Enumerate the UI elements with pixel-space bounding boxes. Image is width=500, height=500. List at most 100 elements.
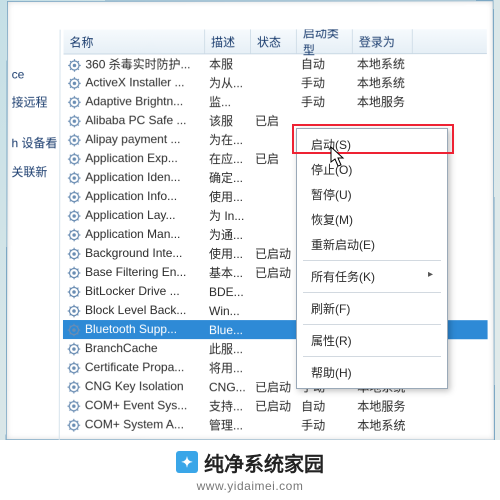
service-desc: 使用... [205, 245, 251, 262]
watermark: ✦ 纯净系统家园 www.yidaimei.com [0, 440, 500, 500]
context-menu-item[interactable]: 停止(O) [297, 157, 447, 182]
service-desc: Blue... [205, 323, 251, 337]
service-desc: 该服 [205, 112, 251, 129]
service-name: COM+ System A... [85, 417, 184, 431]
table-row[interactable]: COM+ System A... 管理... 手动本地系统 [63, 415, 488, 433]
service-logon: 本地系统 [353, 55, 413, 72]
service-name: Certificate Propa... [85, 360, 184, 374]
gear-icon [67, 247, 81, 261]
watermark-brand: 纯净系统家园 [204, 448, 324, 477]
gear-icon [67, 399, 81, 413]
column-header-name[interactable]: 名称 [64, 29, 206, 53]
gear-icon [67, 58, 81, 72]
column-header-status[interactable]: 状态 [251, 29, 297, 53]
gear-icon [67, 342, 81, 356]
menu-separator [303, 324, 441, 325]
tree-item[interactable] [8, 116, 60, 128]
table-row[interactable]: 360 杀毒实时防护... 本服 自动本地系统 [63, 54, 486, 73]
gear-icon [67, 114, 81, 128]
gear-icon [67, 228, 81, 242]
gear-icon [67, 171, 81, 185]
service-name: Base Filtering En... [85, 265, 186, 279]
tree-item[interactable]: 接远程 [8, 87, 60, 116]
tree-sidebar: ce 接远程 h 设备看 关联新 [7, 30, 61, 472]
service-name: COM+ Event Sys... [85, 398, 187, 412]
column-header-startup[interactable]: 启动类型 [297, 29, 353, 53]
tree-item[interactable]: 关联新 [7, 157, 59, 186]
service-name: Application Exp... [85, 151, 178, 165]
context-menu-item[interactable]: 恢复(M) [297, 207, 447, 232]
service-logon: 本地系统 [353, 74, 413, 91]
table-row[interactable]: COM+ Event Sys...支持...已启动自动本地服务 [63, 396, 488, 415]
service-startup: 手动 [297, 416, 353, 433]
service-name: CNG Key Isolation [85, 379, 184, 393]
logo-icon: ✦ [176, 451, 198, 473]
service-startup: 自动 [297, 55, 353, 72]
service-logon: 本地服务 [353, 397, 413, 414]
menu-separator [303, 260, 441, 261]
service-name: Application Iden... [85, 170, 180, 184]
service-status: 已启动 [251, 397, 297, 414]
gear-icon [67, 323, 81, 337]
service-desc: 为从... [205, 74, 251, 91]
gear-icon [67, 95, 81, 109]
service-name: BitLocker Drive ... [85, 284, 180, 298]
service-desc: 将用... [205, 359, 251, 376]
context-menu-item[interactable]: 重新启动(E) [297, 232, 447, 257]
column-headers: 名称 描述 状态 启动类型 登录为 [64, 29, 487, 54]
service-startup: 手动 [297, 74, 353, 91]
gear-icon [67, 361, 81, 375]
context-menu-item[interactable]: 启动(S) [297, 132, 447, 157]
service-logon: 本地系统 [353, 416, 413, 433]
service-name: 360 杀毒实时防护... [85, 57, 190, 71]
service-name: Bluetooth Supp... [85, 322, 177, 336]
tree-item[interactable]: ce [8, 61, 60, 87]
gear-icon [67, 304, 81, 318]
service-status: 已启动 [251, 378, 297, 395]
gear-icon [67, 266, 81, 280]
context-menu-item[interactable]: 帮助(H) [297, 360, 447, 385]
table-row[interactable]: ActiveX Installer ...为从...手动本地系统 [63, 73, 487, 92]
service-logon: 本地服务 [353, 93, 413, 110]
service-desc: 确定... [205, 169, 251, 186]
column-header-desc[interactable]: 描述 [205, 29, 251, 53]
table-row[interactable]: Adaptive Brightn...监...手动本地服务 [63, 92, 487, 111]
tree-item[interactable]: h 设备看 [7, 128, 59, 157]
service-name: Adaptive Brightn... [85, 94, 183, 108]
gear-icon [67, 76, 81, 90]
service-name: Background Inte... [85, 246, 182, 260]
service-desc: 此服... [205, 340, 251, 357]
service-desc: 在应... [205, 150, 251, 167]
context-menu-item[interactable]: 刷新(F) [297, 296, 447, 321]
gear-icon [67, 380, 81, 394]
service-desc: 监... [205, 93, 251, 110]
service-desc: 管理... [205, 416, 251, 433]
service-name: Application Lay... [85, 208, 175, 222]
menu-separator [303, 292, 441, 293]
service-desc: 为 In... [205, 207, 251, 224]
service-name: Application Man... [85, 227, 180, 241]
service-name: Alibaba PC Safe ... [85, 113, 186, 127]
column-header-logon[interactable]: 登录为 [353, 29, 413, 53]
service-desc: 为通... [205, 226, 251, 243]
service-desc: 使用... [205, 188, 251, 205]
context-menu-item[interactable]: 属性(R) [297, 328, 447, 353]
gear-icon [67, 190, 81, 204]
service-status: 已启 [251, 150, 297, 167]
service-name: Block Level Back... [85, 303, 186, 317]
service-desc: 基本... [205, 264, 251, 281]
service-name: BranchCache [85, 341, 158, 355]
gear-icon [67, 152, 81, 166]
service-desc: 本服 [205, 55, 251, 72]
service-status: 已启 [251, 112, 297, 129]
gear-icon [67, 285, 81, 299]
service-name: Alipay payment ... [85, 132, 180, 146]
menu-separator [303, 356, 441, 357]
service-desc: 为在... [205, 131, 251, 148]
context-menu-item[interactable]: 暂停(U) [297, 182, 447, 207]
context-menu: 启动(S)停止(O)暂停(U)恢复(M)重新启动(E) 所有任务(K) 刷新(F) 属… [296, 128, 448, 389]
service-desc: Win... [205, 304, 251, 318]
gear-icon [67, 209, 81, 223]
context-menu-item[interactable]: 所有任务(K) [297, 264, 447, 289]
gear-icon [67, 418, 81, 432]
